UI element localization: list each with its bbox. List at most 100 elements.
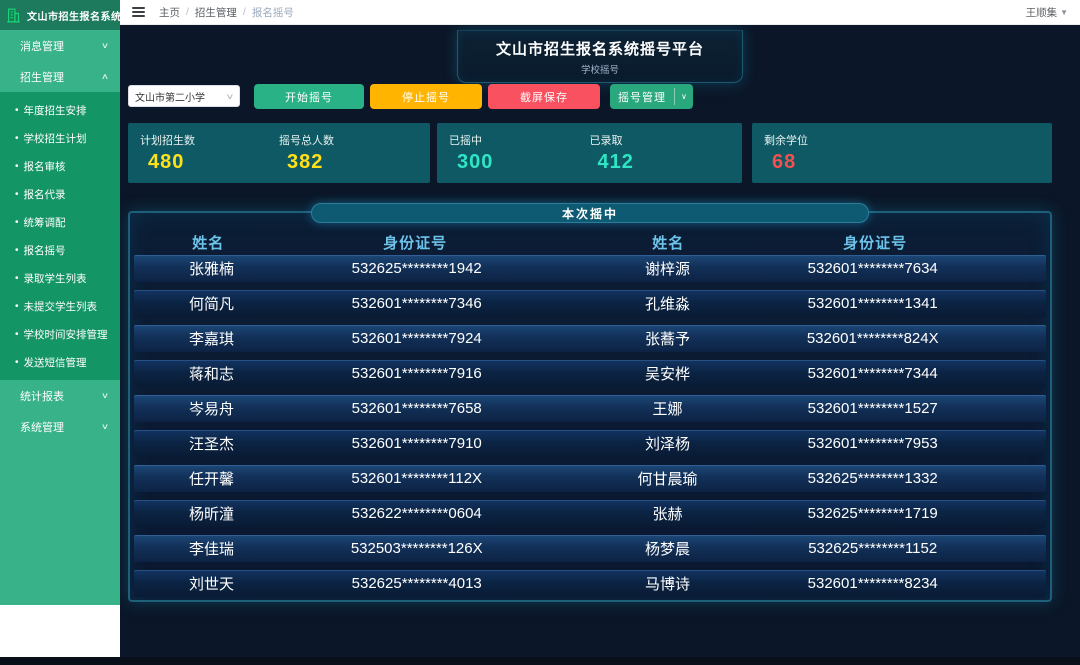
sidebar-group[interactable]: 统计报表∨ xyxy=(0,380,120,411)
student-id-number: 532601********7916 xyxy=(289,365,544,382)
platform-title: 文山市招生报名系统摇号平台 xyxy=(496,38,704,59)
spacer xyxy=(544,232,590,253)
footer-strip xyxy=(0,657,1080,665)
stat-card-plan: 计划招生数480摇号总人数382 xyxy=(128,123,430,183)
sidebar-item[interactable]: • 统筹调配 xyxy=(0,208,120,236)
start-lottery-button[interactable]: 开始摇号 xyxy=(254,84,364,109)
screenshot-save-button[interactable]: 截屏保存 xyxy=(488,84,600,109)
table-row: 刘世天532625********4013马博诗532601********82… xyxy=(134,570,1046,597)
stat-item: 剩余学位68 xyxy=(764,132,902,174)
row-half: 岑易舟532601********7658 xyxy=(134,398,590,419)
student-id-number: 532601********7924 xyxy=(289,330,544,347)
sidebar-item[interactable]: •学校招生计划 xyxy=(0,124,120,152)
stat-value: 412 xyxy=(590,151,731,174)
sidebar-group[interactable]: 系统管理∨ xyxy=(0,411,120,442)
stat-label: 已录取 xyxy=(590,132,731,148)
sidebar-item[interactable]: •未提交学生列表 xyxy=(0,292,120,320)
student-name: 王娜 xyxy=(590,398,745,419)
student-id-number: 532625********1942 xyxy=(289,260,544,277)
bullet-icon: • xyxy=(15,133,19,144)
sidebar-item[interactable]: •报名审核 xyxy=(0,152,120,180)
bullet-icon: • xyxy=(15,357,19,368)
user-name: 王顺集 xyxy=(1026,5,1058,20)
lottery-result-panel: 本次摇中 姓名身份证号姓名身份证号 张雅楠532625********1942谢… xyxy=(128,211,1052,602)
chevron-down-icon: ∨ xyxy=(226,92,235,101)
student-name: 孔维淼 xyxy=(590,293,745,314)
sidebar-item-label: 年度招生安排 xyxy=(24,103,87,118)
breadcrumb-separator: / xyxy=(186,6,189,18)
sidebar-group[interactable]: 招生管理∧ xyxy=(0,61,120,92)
student-id-number: 532601********8234 xyxy=(745,575,1000,592)
lottery-manage-split-button[interactable]: 摇号管理 ∨ xyxy=(610,84,693,109)
sidebar-item-label: 报名摇号 xyxy=(24,243,66,258)
sidebar: 文山市招生报名系统 消息管理∨招生管理∧•年度招生安排•学校招生计划•报名审核•… xyxy=(0,0,120,665)
student-name: 杨梦晨 xyxy=(590,538,745,559)
stop-lottery-button[interactable]: 停止摇号 xyxy=(370,84,482,109)
bullet-icon: • xyxy=(15,273,19,284)
chevron-down-icon[interactable]: ∨ xyxy=(675,84,693,109)
column-header-name: 姓名 xyxy=(130,232,286,253)
sidebar-item[interactable]: •录取学生列表 xyxy=(0,264,120,292)
row-half: 何甘晨瑜532625********1332 xyxy=(590,468,1046,489)
stat-item: 已录取 412 xyxy=(590,132,731,174)
breadcrumb-item[interactable]: 主页 xyxy=(159,5,180,20)
student-name: 张蕎予 xyxy=(590,328,745,349)
sidebar-item-label: 统筹调配 xyxy=(24,215,66,230)
sidebar-group[interactable]: 消息管理∨ xyxy=(0,30,120,61)
chevron-up-icon: ∧ xyxy=(101,72,109,81)
table-row: 杨昕潼532622********0604张赫532625********171… xyxy=(134,500,1046,527)
sidebar-item[interactable]: •报名代录 xyxy=(0,180,120,208)
student-name: 张赫 xyxy=(590,503,745,524)
school-select[interactable]: 文山市第二小学 ∨ xyxy=(128,85,240,107)
stat-value: 300 xyxy=(449,151,590,174)
sidebar-item[interactable]: • 发送短信管理 xyxy=(0,348,120,376)
row-half: 任开馨532601********112X xyxy=(134,468,590,489)
table-body: 张雅楠532625********1942谢梓源532601********76… xyxy=(130,254,1050,597)
main-content: 文山市招生报名系统摇号平台 学校摇号 文山市第二小学 ∨ 开始摇号 停止摇号 截… xyxy=(120,25,1080,665)
sidebar-item[interactable]: • 年度招生安排 xyxy=(0,96,120,124)
bullet-icon: • xyxy=(15,245,19,256)
sidebar-menu: 消息管理∨招生管理∧•年度招生安排•学校招生计划•报名审核•报名代录•统筹调配•… xyxy=(0,30,120,442)
sidebar-submenu: •年度招生安排•学校招生计划•报名审核•报名代录•统筹调配•报名摇号•录取学生列… xyxy=(0,92,120,380)
bullet-icon: • xyxy=(15,105,19,116)
stat-card-drawn: 已摇中300已录取412 xyxy=(437,123,742,183)
user-menu[interactable]: 王顺集 ▼ xyxy=(1026,5,1068,20)
app-logo: 文山市招生报名系统 xyxy=(0,0,120,30)
stat-card-remaining: 剩余学位68 xyxy=(752,123,1052,183)
student-name: 吴安桦 xyxy=(590,363,745,384)
stat-label: 剩余学位 xyxy=(764,132,902,148)
row-half: 吴安桦532601********7344 xyxy=(590,363,1046,384)
student-id-number: 532625********1152 xyxy=(745,540,1000,557)
sidebar-item[interactable]: • 报名摇号 xyxy=(0,236,120,264)
stat-label: 摇号总人数 xyxy=(279,132,418,148)
platform-title-panel: 文山市招生报名系统摇号平台 学校摇号 xyxy=(457,30,743,83)
stat-value: 480 xyxy=(140,151,279,174)
sidebar-group-label: 系统管理 xyxy=(20,419,64,435)
breadcrumb-item[interactable]: 招生管理 xyxy=(195,5,237,20)
row-half: 王娜532601********1527 xyxy=(590,398,1046,419)
sidebar-item[interactable]: •学校时间安排管理 xyxy=(0,320,120,348)
table-row: 李嘉琪532601********7924张蕎予532601********82… xyxy=(134,325,1046,352)
chevron-down-icon: ∨ xyxy=(101,41,109,50)
collapse-menu-icon[interactable] xyxy=(132,7,145,17)
student-id-number: 532601********7634 xyxy=(745,260,1000,277)
table-row: 何简凡532601********7346孔维淼532601********13… xyxy=(134,290,1046,317)
sidebar-item-label: 发送短信管理 xyxy=(24,355,87,370)
caret-down-icon: ▼ xyxy=(1060,8,1068,17)
stat-label: 计划招生数 xyxy=(140,132,279,148)
table-row: 蒋和志532601********7916吴安桦532601********73… xyxy=(134,360,1046,387)
lottery-manage-label[interactable]: 摇号管理 xyxy=(610,84,674,109)
header-half: 姓名身份证号 xyxy=(130,232,590,253)
table-row: 张雅楠532625********1942谢梓源532601********76… xyxy=(134,255,1046,282)
row-half: 刘泽杨532601********7953 xyxy=(590,433,1046,454)
breadcrumb: 主页/招生管理/报名摇号 xyxy=(159,5,294,20)
bullet-icon: • xyxy=(15,189,19,200)
student-name: 刘泽杨 xyxy=(590,433,745,454)
sidebar-item-label: 未提交学生列表 xyxy=(24,299,98,314)
student-id-number: 532625********1719 xyxy=(745,505,1000,522)
student-id-number: 532622********0604 xyxy=(289,505,544,522)
table-row: 李佳瑞532503********126X杨梦晨532625********11… xyxy=(134,535,1046,562)
row-half: 李佳瑞532503********126X xyxy=(134,538,590,559)
bullet-icon: • xyxy=(15,217,19,228)
stat-item: 计划招生数 480 xyxy=(140,132,279,174)
